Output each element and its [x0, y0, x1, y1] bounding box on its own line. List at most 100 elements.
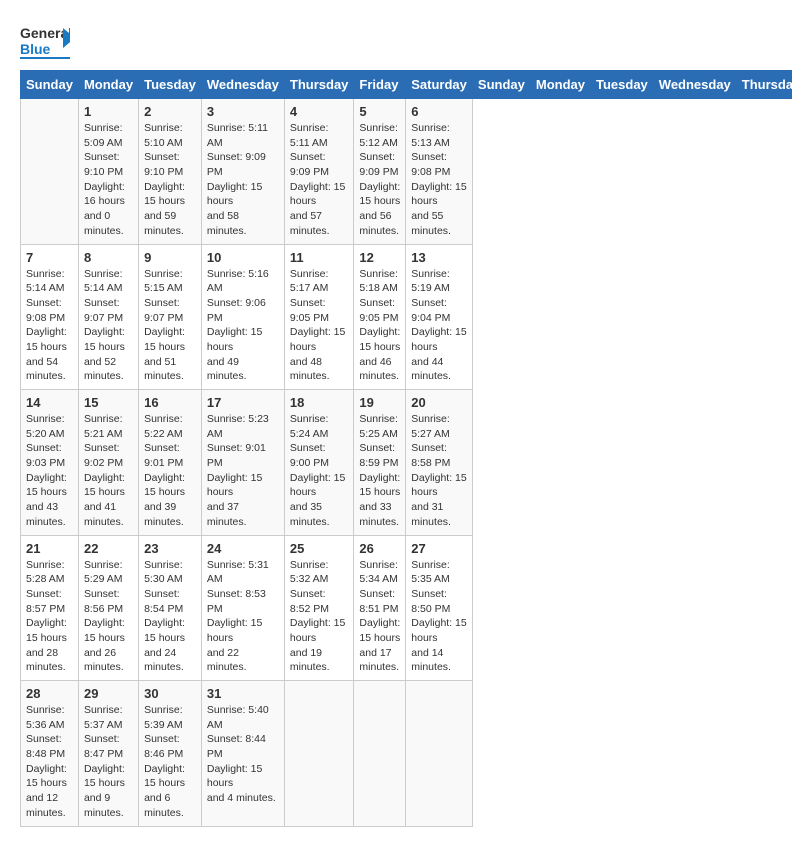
calendar-header-friday: Friday — [354, 71, 406, 99]
day-info: Sunrise: 5:24 AM Sunset: 9:00 PM Dayligh… — [290, 412, 349, 530]
day-info: Sunrise: 5:10 AM Sunset: 9:10 PM Dayligh… — [144, 121, 196, 239]
day-info: Sunrise: 5:31 AM Sunset: 8:53 PM Dayligh… — [207, 558, 279, 676]
calendar-cell: 26 Sunrise: 5:34 AM Sunset: 8:51 PM Dayli… — [354, 535, 406, 681]
calendar-week-row: 1 Sunrise: 5:09 AM Sunset: 9:10 PM Daylig… — [21, 99, 792, 245]
day-number: 26 — [359, 541, 400, 556]
calendar-cell: 16Sunrise: 5:22 AM Sunset: 9:01 PM Dayli… — [139, 390, 202, 536]
day-number: 5 — [359, 104, 400, 119]
day-number: 29 — [84, 686, 133, 701]
day-info: Sunrise: 5:37 AM Sunset: 8:47 PM Dayligh… — [84, 703, 133, 821]
day-number: 11 — [290, 250, 349, 265]
day-info: Sunrise: 5:34 AM Sunset: 8:51 PM Dayligh… — [359, 558, 400, 676]
calendar-cell: 7Sunrise: 5:14 AM Sunset: 9:08 PM Daylig… — [21, 244, 79, 390]
calendar-week-row: 28Sunrise: 5:36 AM Sunset: 8:48 PM Dayli… — [21, 681, 792, 827]
day-number: 19 — [359, 395, 400, 410]
day-number: 6 — [411, 104, 467, 119]
calendar-cell — [284, 681, 354, 827]
calendar-header-row: SundayMondayTuesdayWednesdayThursdayFrid… — [21, 71, 792, 99]
svg-text:General: General — [20, 25, 70, 41]
day-info: Sunrise: 5:32 AM Sunset: 8:52 PM Dayligh… — [290, 558, 349, 676]
day-number: 23 — [144, 541, 196, 556]
calendar-header-saturday: Saturday — [406, 71, 473, 99]
calendar-cell: 1 Sunrise: 5:09 AM Sunset: 9:10 PM Daylig… — [78, 99, 138, 245]
calendar-cell — [406, 681, 473, 827]
day-info: Sunrise: 5:09 AM Sunset: 9:10 PM Dayligh… — [84, 121, 133, 239]
calendar-cell: 19 Sunrise: 5:25 AM Sunset: 8:59 PM Dayli… — [354, 390, 406, 536]
day-info: Sunrise: 5:40 AM Sunset: 8:44 PM Dayligh… — [207, 703, 279, 806]
day-info: Sunrise: 5:16 AM Sunset: 9:06 PM Dayligh… — [207, 267, 279, 385]
calendar-cell: 25 Sunrise: 5:32 AM Sunset: 8:52 PM Dayli… — [284, 535, 354, 681]
calendar-cell: 3 Sunrise: 5:11 AM Sunset: 9:09 PM Daylig… — [201, 99, 284, 245]
calendar-cell: 29 Sunrise: 5:37 AM Sunset: 8:47 PM Dayli… — [78, 681, 138, 827]
page-header: General Blue — [20, 20, 772, 60]
calendar-cell: 22 Sunrise: 5:29 AM Sunset: 8:56 PM Dayli… — [78, 535, 138, 681]
day-info: Sunrise: 5:19 AM Sunset: 9:04 PM Dayligh… — [411, 267, 467, 385]
day-info: Sunrise: 5:28 AM Sunset: 8:57 PM Dayligh… — [26, 558, 73, 676]
day-number: 21 — [26, 541, 73, 556]
calendar-cell: 24 Sunrise: 5:31 AM Sunset: 8:53 PM Dayli… — [201, 535, 284, 681]
day-number: 14 — [26, 395, 73, 410]
day-info: Sunrise: 5:35 AM Sunset: 8:50 PM Dayligh… — [411, 558, 467, 676]
day-number: 4 — [290, 104, 349, 119]
day-info: Sunrise: 5:11 AM Sunset: 9:09 PM Dayligh… — [290, 121, 349, 239]
day-number: 15 — [84, 395, 133, 410]
day-info: Sunrise: 5:14 AM Sunset: 9:07 PM Dayligh… — [84, 267, 133, 385]
day-info: Sunrise: 5:39 AM Sunset: 8:46 PM Dayligh… — [144, 703, 196, 821]
day-info: Sunrise: 5:14 AM Sunset: 9:08 PM Dayligh… — [26, 267, 73, 385]
calendar-cell: 27 Sunrise: 5:35 AM Sunset: 8:50 PM Dayli… — [406, 535, 473, 681]
calendar-cell: 6 Sunrise: 5:13 AM Sunset: 9:08 PM Daylig… — [406, 99, 473, 245]
calendar-cell — [354, 681, 406, 827]
calendar-cell: 4 Sunrise: 5:11 AM Sunset: 9:09 PM Daylig… — [284, 99, 354, 245]
calendar-cell: 2 Sunrise: 5:10 AM Sunset: 9:10 PM Daylig… — [139, 99, 202, 245]
calendar-cell: 28Sunrise: 5:36 AM Sunset: 8:48 PM Dayli… — [21, 681, 79, 827]
calendar-cell: 8 Sunrise: 5:14 AM Sunset: 9:07 PM Daylig… — [78, 244, 138, 390]
calendar-cell: 14 Sunrise: 5:20 AM Sunset: 9:03 PM Dayli… — [21, 390, 79, 536]
day-number: 1 — [84, 104, 133, 119]
day-number: 8 — [84, 250, 133, 265]
calendar-header-thursday: Thursday — [284, 71, 354, 99]
calendar-header-sunday: Sunday — [21, 71, 79, 99]
day-info: Sunrise: 5:11 AM Sunset: 9:09 PM Dayligh… — [207, 121, 279, 239]
day-number: 31 — [207, 686, 279, 701]
day-number: 24 — [207, 541, 279, 556]
calendar-week-row: 7Sunrise: 5:14 AM Sunset: 9:08 PM Daylig… — [21, 244, 792, 390]
day-number: 27 — [411, 541, 467, 556]
day-info: Sunrise: 5:21 AM Sunset: 9:02 PM Dayligh… — [84, 412, 133, 530]
day-info: Sunrise: 5:20 AM Sunset: 9:03 PM Dayligh… — [26, 412, 73, 530]
calendar-header-thursday: Thursday — [736, 71, 792, 99]
day-info: Sunrise: 5:27 AM Sunset: 8:58 PM Dayligh… — [411, 412, 467, 530]
calendar-cell: 12Sunrise: 5:18 AM Sunset: 9:05 PM Dayli… — [354, 244, 406, 390]
calendar-cell: 23 Sunrise: 5:30 AM Sunset: 8:54 PM Dayli… — [139, 535, 202, 681]
calendar-header-monday: Monday — [78, 71, 138, 99]
day-info: Sunrise: 5:13 AM Sunset: 9:08 PM Dayligh… — [411, 121, 467, 239]
day-number: 22 — [84, 541, 133, 556]
day-number: 18 — [290, 395, 349, 410]
calendar-cell: 11 Sunrise: 5:17 AM Sunset: 9:05 PM Dayli… — [284, 244, 354, 390]
day-number: 13 — [411, 250, 467, 265]
day-info: Sunrise: 5:30 AM Sunset: 8:54 PM Dayligh… — [144, 558, 196, 676]
calendar-header-wednesday: Wednesday — [201, 71, 284, 99]
day-number: 16 — [144, 395, 196, 410]
calendar-cell — [21, 99, 79, 245]
day-number: 20 — [411, 395, 467, 410]
day-number: 10 — [207, 250, 279, 265]
calendar-table: SundayMondayTuesdayWednesdayThursdayFrid… — [20, 70, 792, 827]
logo-icon: General Blue — [20, 20, 70, 60]
calendar-cell: 10 Sunrise: 5:16 AM Sunset: 9:06 PM Dayli… — [201, 244, 284, 390]
day-info: Sunrise: 5:29 AM Sunset: 8:56 PM Dayligh… — [84, 558, 133, 676]
day-info: Sunrise: 5:25 AM Sunset: 8:59 PM Dayligh… — [359, 412, 400, 530]
calendar-cell: 30Sunrise: 5:39 AM Sunset: 8:46 PM Dayli… — [139, 681, 202, 827]
calendar-header-wednesday: Wednesday — [653, 71, 736, 99]
day-info: Sunrise: 5:36 AM Sunset: 8:48 PM Dayligh… — [26, 703, 73, 821]
day-number: 3 — [207, 104, 279, 119]
day-number: 25 — [290, 541, 349, 556]
calendar-header-tuesday: Tuesday — [591, 71, 654, 99]
day-info: Sunrise: 5:17 AM Sunset: 9:05 PM Dayligh… — [290, 267, 349, 385]
calendar-week-row: 14 Sunrise: 5:20 AM Sunset: 9:03 PM Dayli… — [21, 390, 792, 536]
day-info: Sunrise: 5:15 AM Sunset: 9:07 PM Dayligh… — [144, 267, 196, 385]
day-number: 2 — [144, 104, 196, 119]
day-number: 17 — [207, 395, 279, 410]
calendar-cell: 17Sunrise: 5:23 AM Sunset: 9:01 PM Dayli… — [201, 390, 284, 536]
day-info: Sunrise: 5:12 AM Sunset: 9:09 PM Dayligh… — [359, 121, 400, 239]
calendar-cell: 9Sunrise: 5:15 AM Sunset: 9:07 PM Daylig… — [139, 244, 202, 390]
